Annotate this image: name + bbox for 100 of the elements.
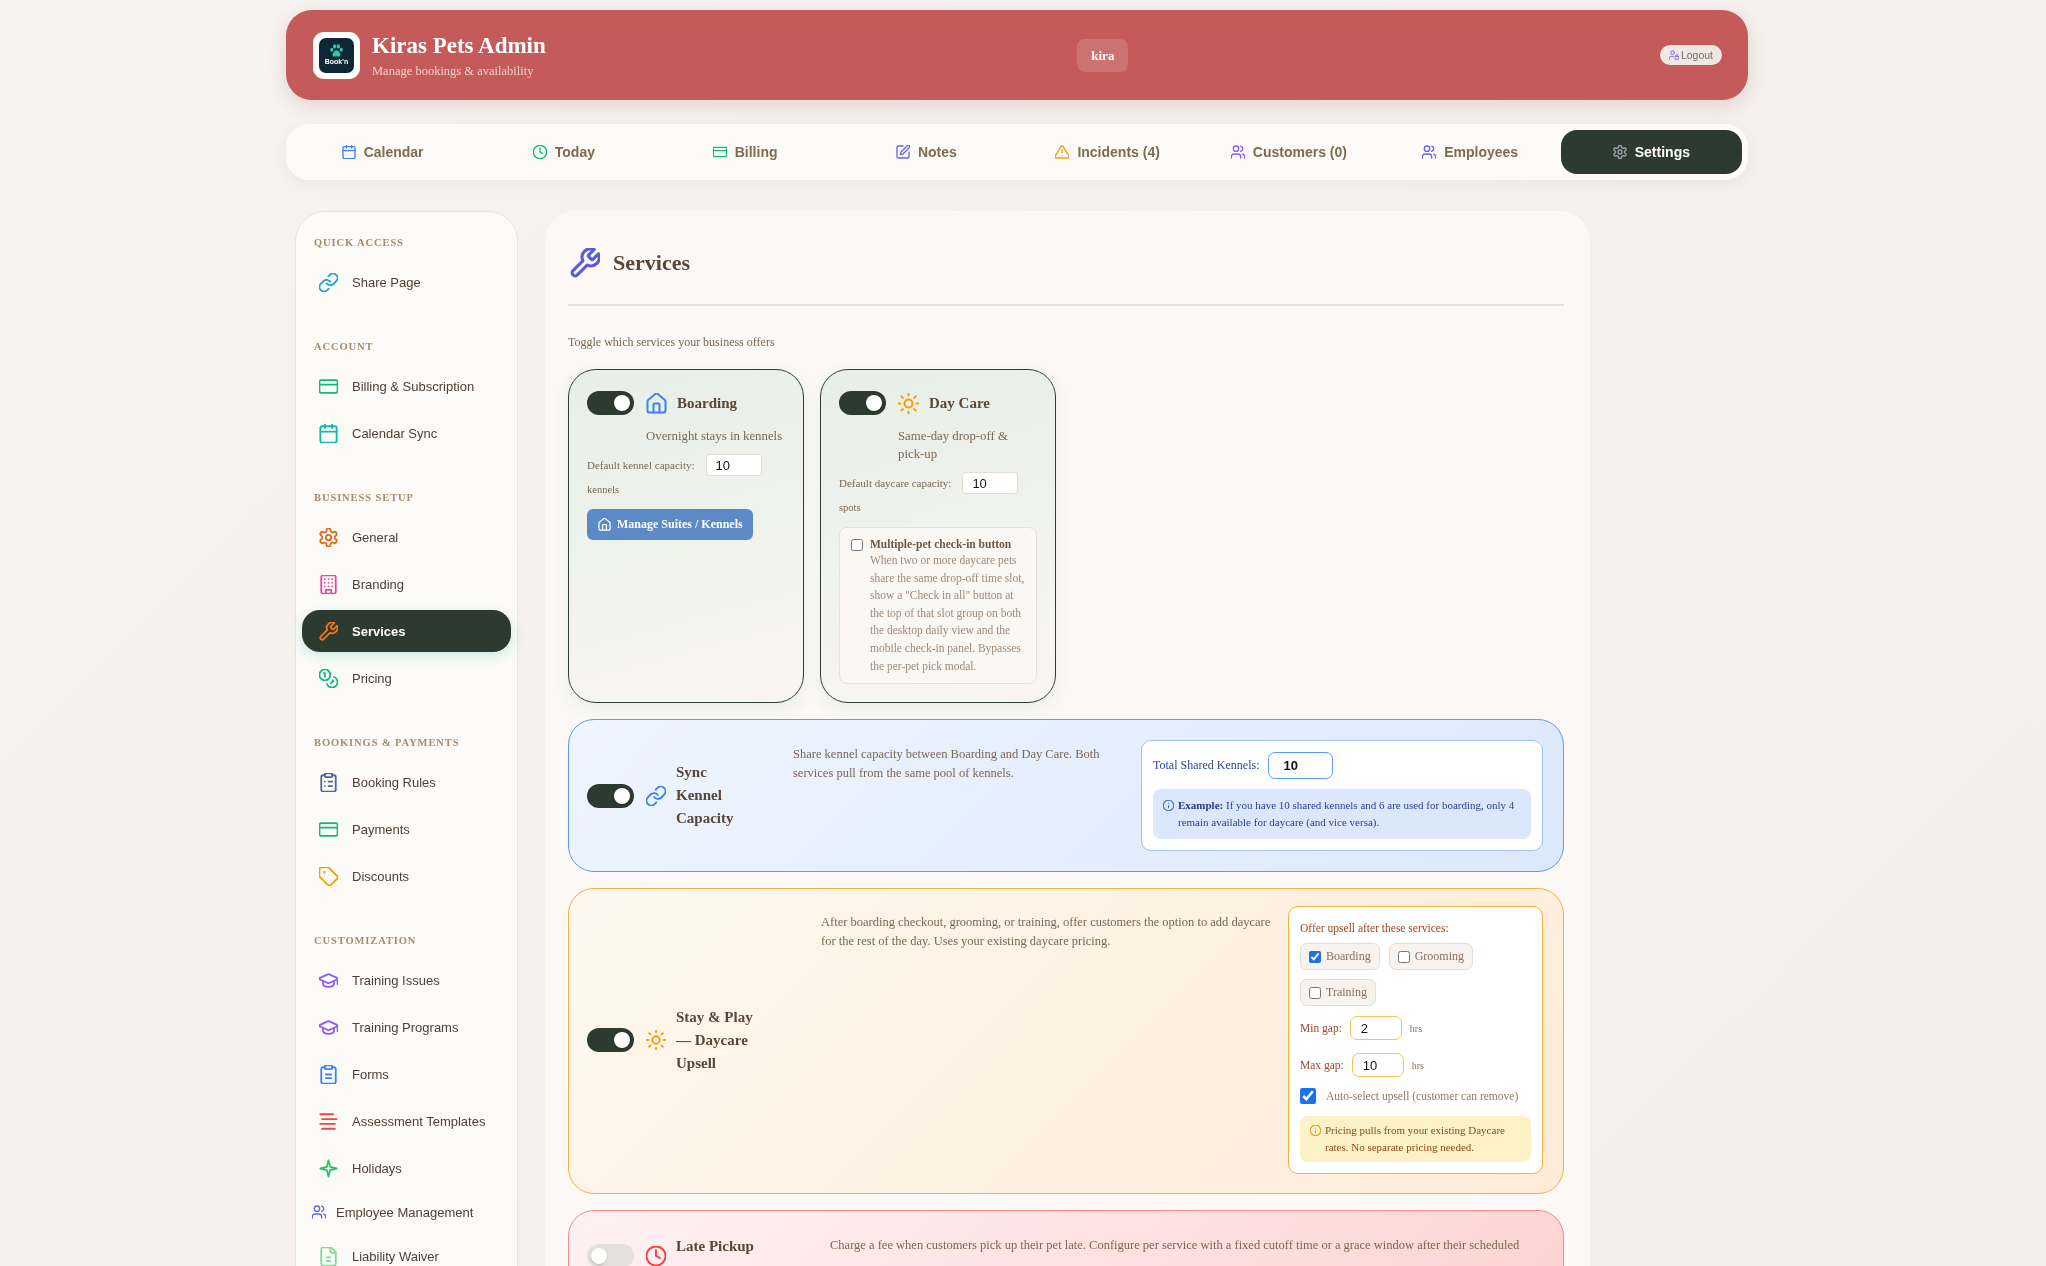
chip-label: Grooming (1414, 949, 1464, 964)
field-label: Total Shared Kennels: (1153, 758, 1260, 773)
shared-kennels-field[interactable]: 10 (1268, 752, 1334, 779)
nav-tab[interactable]: Today (473, 130, 655, 174)
settings-icon (1612, 145, 1627, 159)
checkbox[interactable] (1300, 1088, 1316, 1104)
sidebar-item[interactable]: Payments (302, 808, 511, 850)
stacked-lines-icon (319, 1111, 338, 1131)
service-title: Boarding (677, 394, 737, 412)
nav-tab[interactable]: Customers (0) (1198, 130, 1380, 174)
gap-label: Min gap: (1300, 1022, 1342, 1034)
sun-icon (646, 1030, 666, 1050)
clock-icon (646, 1246, 666, 1266)
service-description: Same-day drop-off & pick-up (898, 428, 1009, 463)
gap-label: Max gap: (1300, 1059, 1344, 1071)
service-chip[interactable]: Training (1300, 979, 1376, 1006)
unit-label: spots (839, 501, 862, 515)
sidebar-item[interactable]: Liability Waiver (302, 1235, 511, 1266)
section-heading: BUSINESS SETUP (313, 491, 415, 505)
app-title: Kiras Pets Admin (372, 31, 546, 60)
sidebar-item[interactable]: General (302, 516, 511, 558)
calendar-icon (341, 145, 356, 159)
feature-description: Share kennel capacity between Boarding and Day Care. Both services pull from the same pool of kennels. (793, 746, 1101, 782)
checkbox-label: Auto-select upsell (customer can remove) (1326, 1090, 1519, 1102)
capacity-field[interactable]: 10 (705, 454, 762, 476)
gap-field[interactable]: 2 (1349, 1016, 1402, 1040)
sidebar-item[interactable]: Training Issues (302, 959, 511, 1001)
tag-icon (319, 866, 338, 886)
gap-field[interactable]: 10 (1351, 1053, 1404, 1077)
toggle-switch[interactable] (587, 391, 634, 415)
sidebar-item[interactable]: Billing & Subscription (302, 365, 511, 407)
capacity-label: Default kennel capacity: (587, 459, 695, 471)
sidebar-item[interactable]: Holidays (302, 1147, 511, 1189)
users-icon (312, 1205, 326, 1219)
sidebar-item[interactable]: Pricing (302, 657, 511, 699)
checkbox[interactable] (1397, 950, 1410, 963)
sidebar-item[interactable]: Branding (302, 563, 511, 605)
service-chip[interactable]: Grooming (1388, 943, 1473, 970)
toggle-switch[interactable] (587, 783, 634, 808)
wrench-icon (319, 621, 338, 641)
nav-tab[interactable]: Employees (1379, 130, 1561, 174)
paw-icon (329, 44, 344, 57)
users-icon (1422, 145, 1437, 159)
sidebar-item[interactable]: Services (302, 610, 511, 652)
info-icon (1163, 800, 1174, 811)
settings-icon (319, 527, 338, 547)
service-chip[interactable]: Boarding (1300, 943, 1380, 970)
manage-kennels-button[interactable]: Manage Suites / Kennels (587, 509, 753, 540)
feature-description: Charge a fee when customers pick up their pet late. Configure per service with a fixed cutoff time or a grace window after their scheduled (830, 1237, 1521, 1254)
warning-icon (1055, 145, 1070, 159)
clipboard-icon (319, 1064, 338, 1084)
toggle-switch[interactable] (587, 1244, 634, 1266)
service-title: Day Care (929, 394, 990, 412)
nav-tab[interactable]: Settings (1560, 130, 1742, 174)
nav-tab[interactable]: Incidents (4) (1017, 130, 1199, 174)
clipboard-icon (319, 772, 338, 792)
example-note: Example: If you have 10 shared kennels and 6 are used for boarding, only 4 remain available for daycare (and vice versa). (1178, 798, 1516, 830)
unit-label: kennels (587, 483, 621, 497)
credit-card-icon (712, 145, 727, 159)
sidebar-item[interactable]: Assessment Templates (302, 1100, 511, 1142)
sidebar-item[interactable]: Discounts (302, 855, 511, 897)
sidebar-item[interactable]: Forms (302, 1053, 511, 1095)
graduation-cap-icon (319, 1017, 338, 1037)
capacity-field[interactable]: 10 (962, 472, 1019, 494)
sidebar-item[interactable]: Employee Management (302, 1194, 511, 1230)
user-lock-icon (1668, 50, 1679, 60)
pricing-note: Pricing pulls from your existing Daycare rates. No separate pricing needed. (1325, 1123, 1506, 1155)
chip-label: Boarding (1326, 949, 1371, 964)
coins-icon (319, 668, 338, 688)
link-icon (646, 785, 666, 806)
building-icon (319, 574, 338, 594)
sidebar-item[interactable]: Training Programs (302, 1006, 511, 1048)
logout-button[interactable]: Logout (1659, 45, 1722, 65)
option-description: When two or more daycare pets share the same drop-off time slot, show a "Check in all" button at the top of that slot group on both the desktop daily view and the mobile check-in panel. Bypasses the per-pet pick modal. (870, 553, 1026, 675)
section-heading: CUSTOMIZATION (313, 934, 418, 948)
page-subtitle: Toggle which services your business offers (568, 334, 776, 350)
checkbox[interactable] (851, 539, 863, 551)
sidebar-item[interactable]: Booking Rules (302, 761, 511, 803)
toggle-switch[interactable] (839, 391, 886, 415)
panel-heading: Offer upsell after these services: (1300, 921, 1450, 936)
option-title: Multiple-pet check-in button (870, 537, 1013, 552)
checkbox[interactable] (1309, 950, 1321, 963)
house-icon (646, 392, 667, 414)
section-heading: QUICK ACCESS (313, 236, 405, 250)
nav-tab[interactable]: Notes (835, 130, 1017, 174)
section-heading: ACCOUNT (313, 340, 375, 354)
nav-tab[interactable]: Calendar (292, 130, 474, 174)
sidebar-item[interactable]: Share Page (302, 261, 511, 303)
toggle-switch[interactable] (587, 1028, 634, 1052)
feature-description: After boarding checkout, grooming, or training, offer customers the option to add daycare for the rest of the day. Uses your existing daycare pricing. (821, 914, 1272, 950)
checkbox[interactable] (1309, 986, 1321, 999)
credit-card-icon (319, 819, 338, 839)
file-icon (319, 1246, 338, 1266)
graduation-cap-icon (319, 970, 338, 990)
nav-tab[interactable]: Billing (654, 130, 836, 174)
credit-card-icon (319, 376, 338, 396)
section-heading: BOOKINGS & PAYMENTS (313, 736, 461, 750)
sidebar-item[interactable]: Calendar Sync (302, 412, 511, 454)
calendar-icon (319, 423, 338, 443)
page-title: Services (613, 250, 690, 276)
